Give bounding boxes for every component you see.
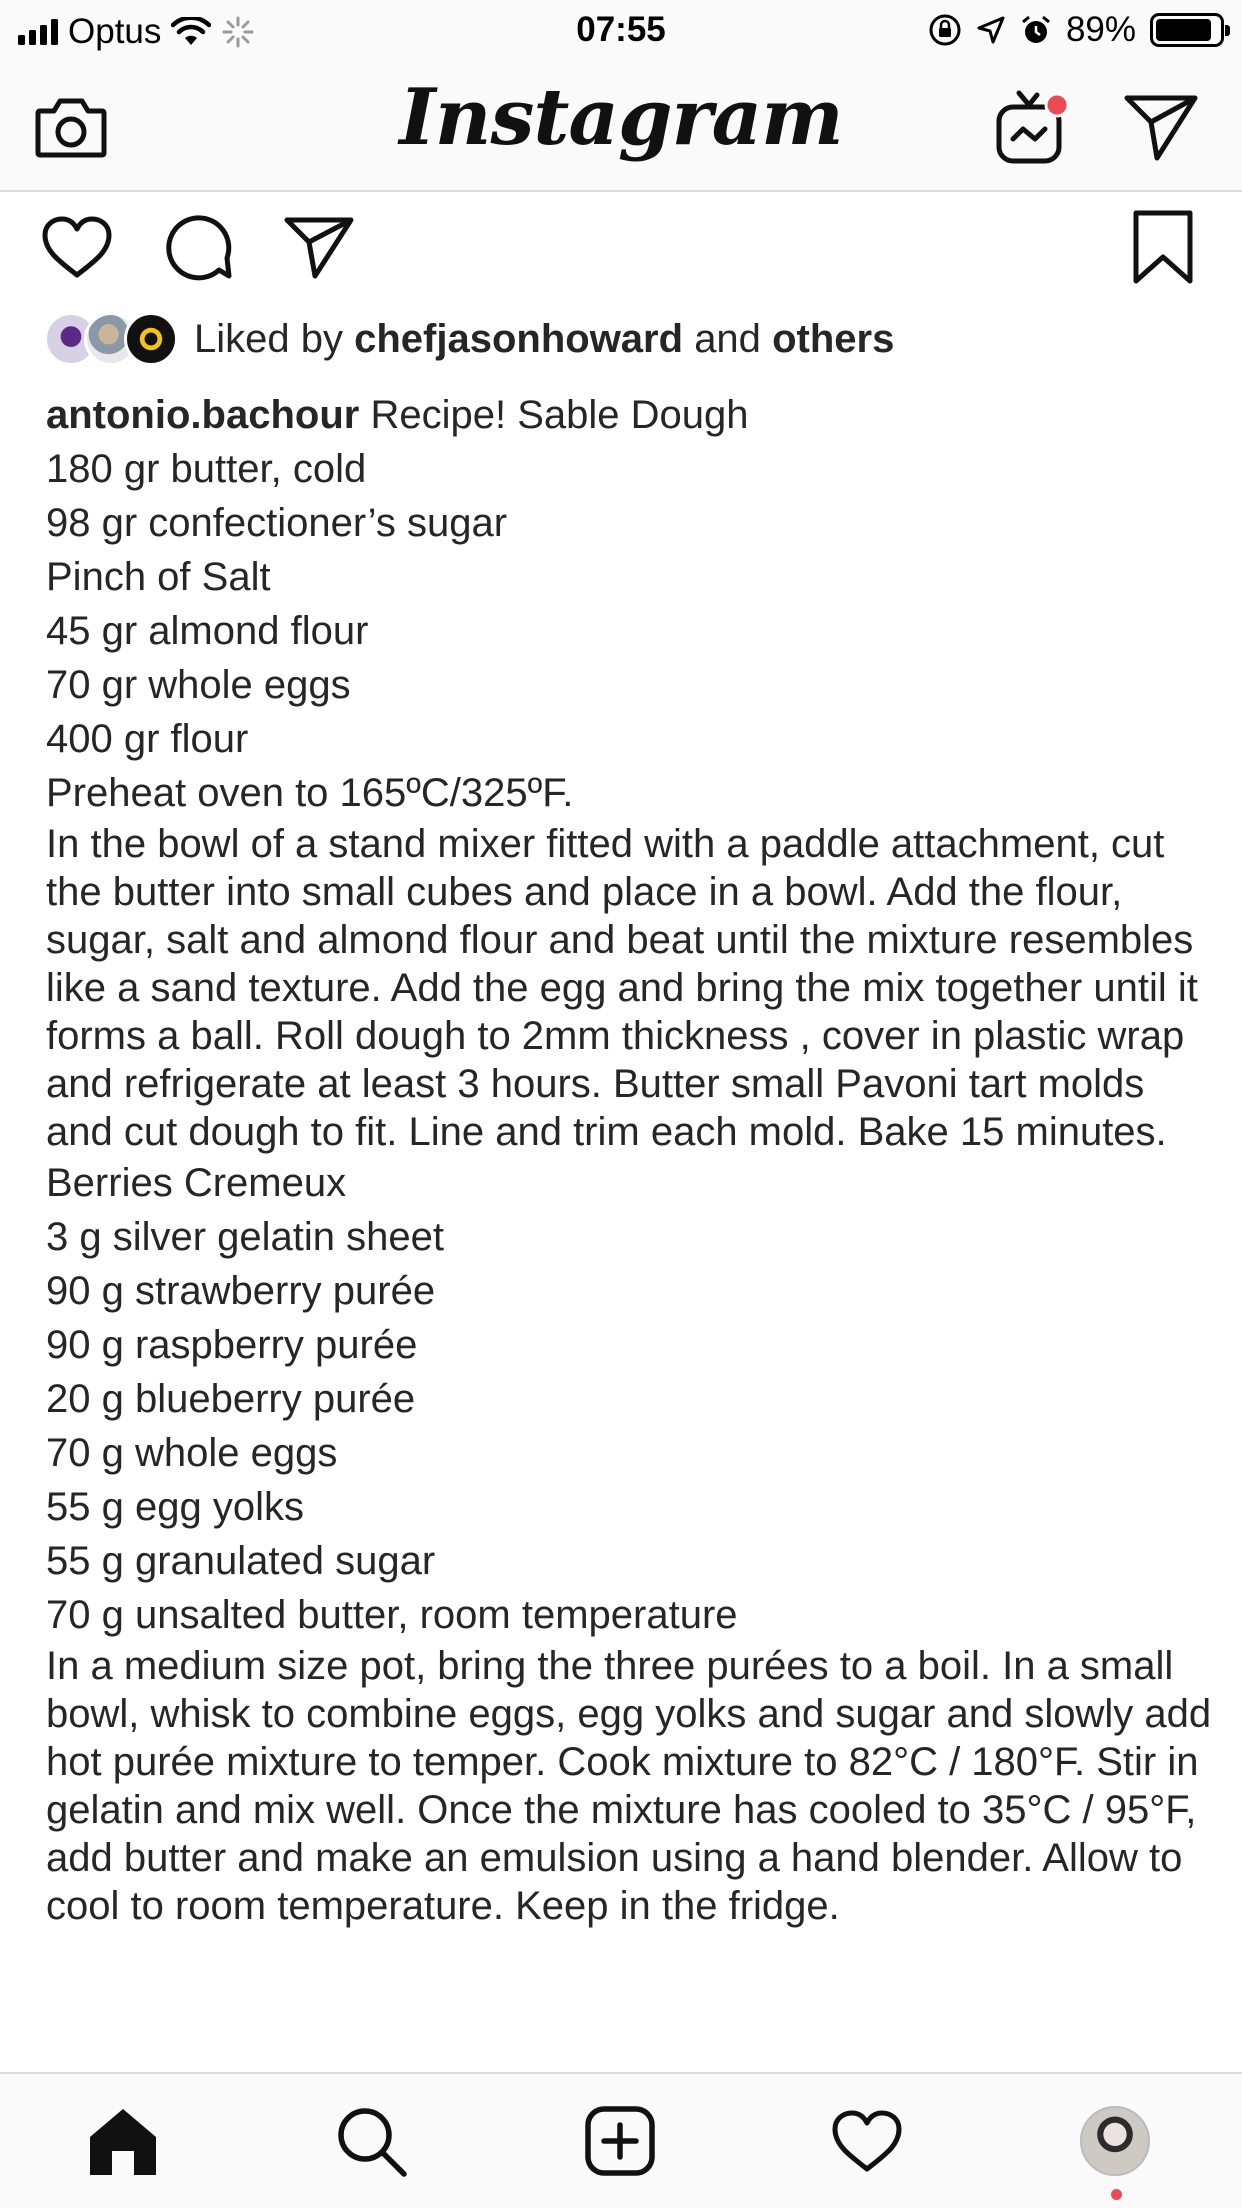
caption-line: 70 gr whole eggs	[46, 663, 351, 707]
liker-avatar[interactable]	[124, 312, 178, 366]
caption-text: Recipe! Sable Dough	[370, 393, 749, 437]
caption-line: Berries Cremeux	[46, 1161, 347, 1205]
tab-new-post[interactable]	[575, 2096, 665, 2186]
caption-line: antonio.bachour Recipe! Sable Dough	[46, 388, 1216, 442]
share-button[interactable]	[274, 202, 364, 292]
tab-profile[interactable]	[1070, 2096, 1160, 2186]
caption-line: Preheat oven to 165ºC/325ºF.	[46, 771, 574, 815]
app-header: Instagram	[0, 62, 1242, 192]
location-icon	[977, 16, 1005, 44]
caption-paragraph: In the bowl of a stand mixer fitted with…	[46, 822, 1198, 1154]
caption-line: 70 g whole eggs	[46, 1431, 338, 1475]
profile-notification-dot	[1111, 2189, 1122, 2200]
post-caption: antonio.bachour Recipe! Sable Dough 180 …	[46, 388, 1216, 1930]
caption-line: Pinch of Salt	[46, 555, 271, 599]
activity-icon	[832, 2110, 902, 2172]
liked-by-prefix: Liked by	[194, 316, 343, 361]
igtv-icon	[996, 90, 1070, 164]
orientation-lock-icon	[929, 14, 961, 46]
liked-by-joiner: and	[694, 316, 761, 361]
caption-line: 90 g strawberry purée	[46, 1269, 436, 1313]
bookmark-icon	[1133, 210, 1193, 284]
caption-line: 55 g granulated sugar	[46, 1539, 436, 1583]
caption-username[interactable]: antonio.bachour	[46, 393, 359, 437]
battery-icon	[1150, 13, 1230, 47]
like-button[interactable]	[32, 202, 122, 292]
liker-avatars[interactable]	[44, 309, 184, 369]
status-right: 89%	[928, 10, 1230, 50]
caption-line: 20 g blueberry purée	[46, 1377, 416, 1421]
direct-message-button[interactable]	[1116, 82, 1206, 172]
direct-message-icon	[1124, 95, 1198, 161]
battery-fill	[1156, 19, 1212, 41]
comment-icon	[166, 215, 232, 281]
caption-line: 55 g egg yolks	[46, 1485, 304, 1529]
igtv-button[interactable]	[988, 82, 1078, 172]
alarm-icon	[1021, 15, 1050, 43]
caption-line: 180 gr butter, cold	[46, 447, 367, 491]
bottom-tab-bar	[0, 2072, 1242, 2208]
liked-by-row[interactable]: Liked by chefjasonhoward and others	[44, 306, 894, 372]
search-icon	[338, 2108, 407, 2177]
status-bar: Optus 07:55 89%	[0, 0, 1242, 62]
home-icon	[90, 2109, 156, 2175]
new-post-icon	[585, 2106, 655, 2176]
heart-icon	[42, 216, 112, 278]
caption-paragraph: In a medium size pot, bring the three pu…	[46, 1644, 1212, 1928]
liked-by-user[interactable]: chefjasonhoward	[354, 317, 683, 362]
post-actions	[0, 192, 1242, 302]
tab-activity[interactable]	[822, 2096, 912, 2186]
comment-button[interactable]	[153, 202, 243, 292]
caption-line: 90 g raspberry purée	[46, 1323, 418, 1367]
caption-line: 98 gr confectioner’s sugar	[46, 501, 508, 545]
caption-line: 70 g unsalted butter, room temperature	[46, 1593, 738, 1637]
profile-avatar	[1080, 2106, 1150, 2176]
share-icon	[284, 217, 354, 279]
save-button[interactable]	[1118, 202, 1208, 292]
tab-home[interactable]	[78, 2096, 168, 2186]
battery-percent: 89%	[1065, 10, 1136, 49]
liked-by-others[interactable]: others	[772, 317, 894, 362]
caption-line: 45 gr almond flour	[46, 609, 369, 653]
caption-line: 3 g silver gelatin sheet	[46, 1215, 445, 1259]
caption-line: 400 gr flour	[46, 717, 249, 761]
tab-search[interactable]	[326, 2096, 416, 2186]
